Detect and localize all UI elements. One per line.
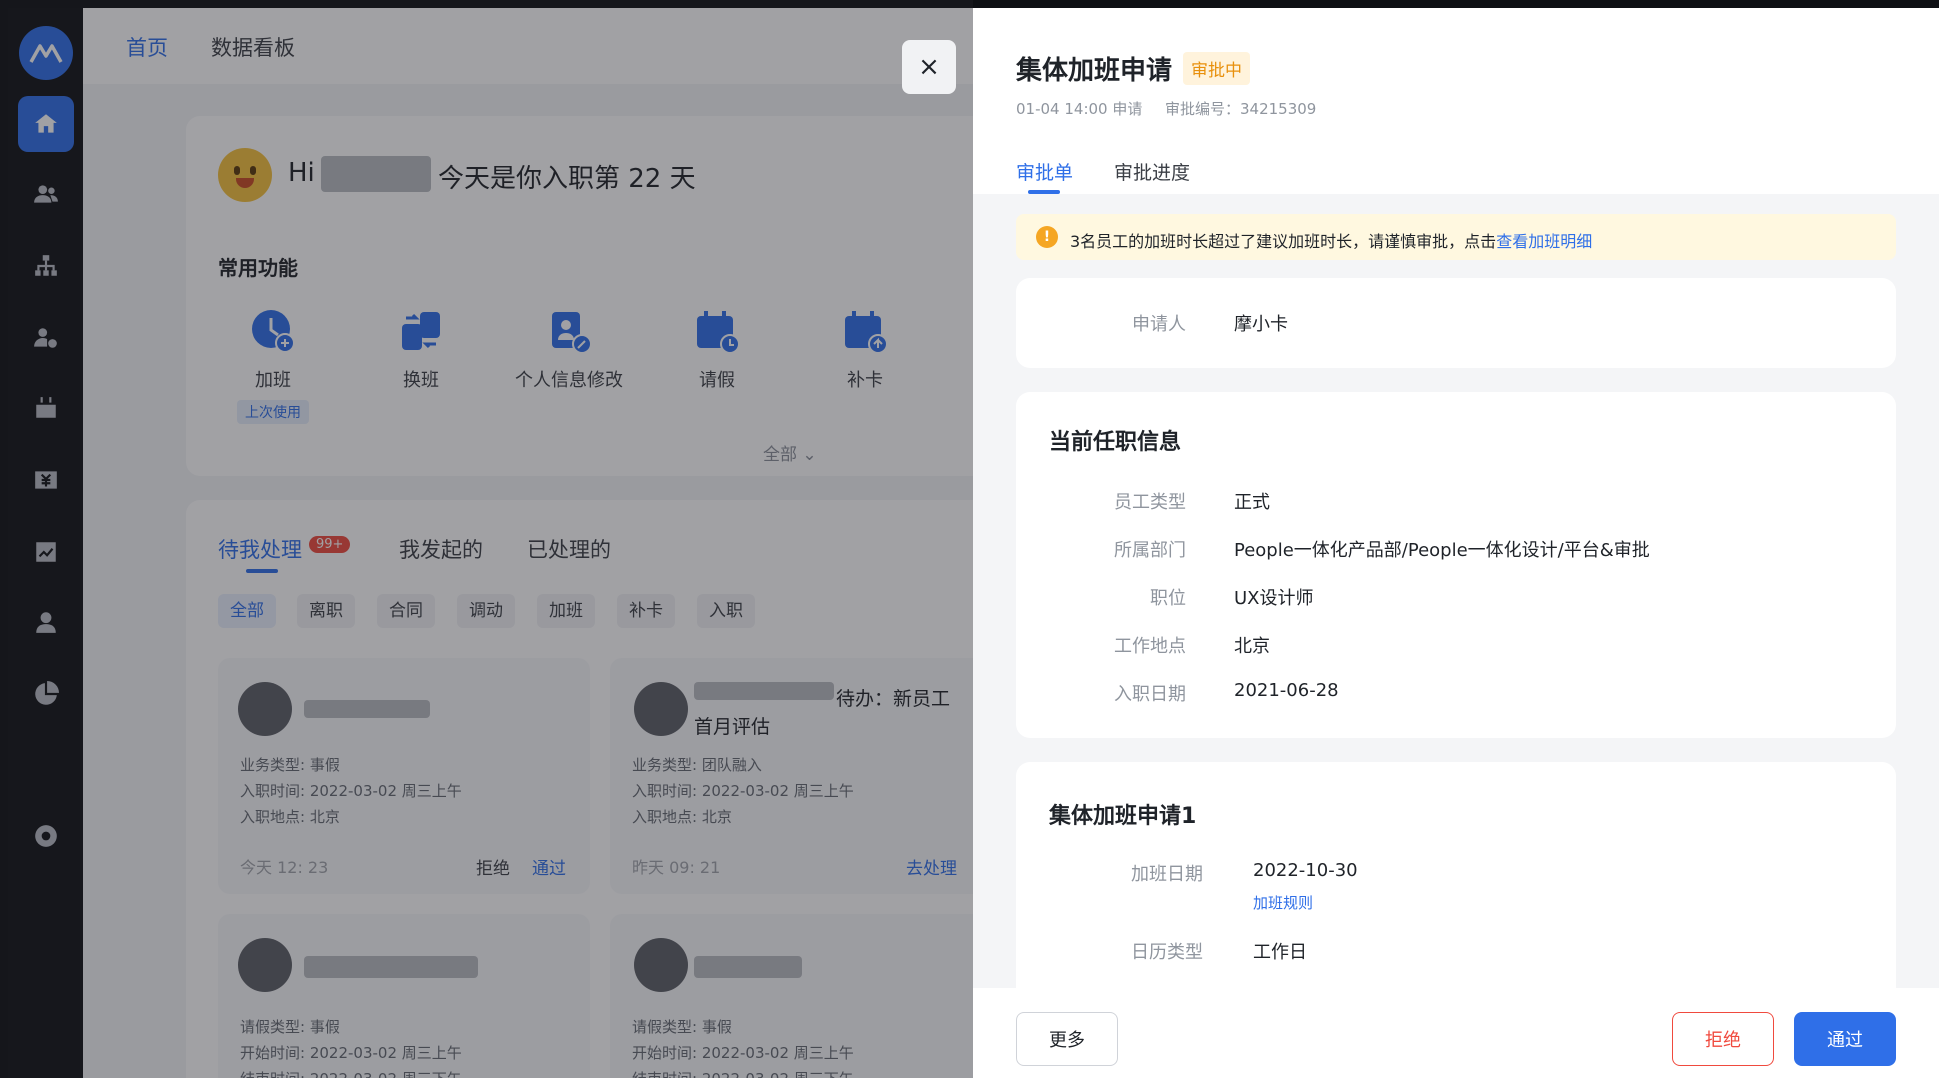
overtime-date-value: 2022-10-30: [1253, 860, 1358, 881]
approval-drawer: 集体加班申请 审批中 01-04 14:00 申请 审批编号：34215309 …: [973, 8, 1939, 1078]
department-label: 所属部门: [1114, 540, 1186, 561]
approve-button[interactable]: 通过: [1794, 1012, 1896, 1066]
tab-approval-progress[interactable]: 审批进度: [1114, 158, 1190, 185]
employee-type-value: 正式: [1234, 492, 1270, 513]
modal-overlay[interactable]: [0, 0, 973, 1078]
applicant-label: 申请人: [1132, 314, 1186, 335]
warning-icon: !: [1036, 226, 1058, 248]
drawer-title: 集体加班申请: [1016, 56, 1173, 86]
approval-number: 审批编号：34215309: [1165, 100, 1317, 118]
calendar-type-value: 工作日: [1253, 942, 1307, 963]
job-title-value: UX设计师: [1234, 588, 1314, 609]
applicant-card: 申请人 摩小卡: [1016, 278, 1896, 368]
calendar-type-label: 日历类型: [1131, 942, 1203, 963]
hire-date-value: 2021-06-28: [1234, 680, 1339, 701]
drawer-tab-underline: [1028, 190, 1060, 194]
overtime-request-title: 集体加班申请1: [1049, 804, 1197, 829]
hire-date-label: 入职日期: [1114, 684, 1186, 705]
applicant-value: 摩小卡: [1234, 314, 1288, 335]
close-icon: ×: [918, 52, 940, 82]
apply-time: 01-04 14:00 申请: [1016, 100, 1143, 118]
overtime-warning-alert: ! 3名员工的加班时长超过了建议加班时长，请谨慎审批，点击查看加班明细: [1016, 214, 1896, 260]
alert-message: 3名员工的加班时长超过了建议加班时长，请谨慎审批，点击: [1070, 232, 1497, 251]
reject-button[interactable]: 拒绝: [1672, 1012, 1774, 1066]
overtime-date-label: 加班日期: [1131, 864, 1203, 885]
drawer-footer: 更多 拒绝 通过: [973, 988, 1939, 1078]
status-badge: 审批中: [1183, 52, 1250, 85]
work-location-label: 工作地点: [1114, 636, 1186, 657]
view-overtime-detail-link[interactable]: 查看加班明细: [1496, 232, 1592, 251]
job-title-label: 职位: [1150, 588, 1186, 609]
tab-approval-form[interactable]: 审批单: [1016, 158, 1073, 185]
overtime-rule-link[interactable]: 加班规则: [1253, 892, 1313, 913]
close-drawer-button[interactable]: ×: [902, 40, 956, 94]
work-location-value: 北京: [1234, 636, 1270, 657]
more-button[interactable]: 更多: [1016, 1012, 1118, 1066]
position-info-card: 当前任职信息 员工类型 正式 所属部门 People一体化产品部/People一…: [1016, 392, 1896, 738]
department-value: People一体化产品部/People一体化设计/平台&审批: [1234, 540, 1650, 561]
drawer-header: 集体加班申请 审批中 01-04 14:00 申请 审批编号：34215309 …: [973, 8, 1939, 194]
alert-text: 3名员工的加班时长超过了建议加班时长，请谨慎审批，点击查看加班明细: [1070, 228, 1592, 252]
position-info-title: 当前任职信息: [1049, 430, 1182, 455]
employee-type-label: 员工类型: [1114, 492, 1186, 513]
